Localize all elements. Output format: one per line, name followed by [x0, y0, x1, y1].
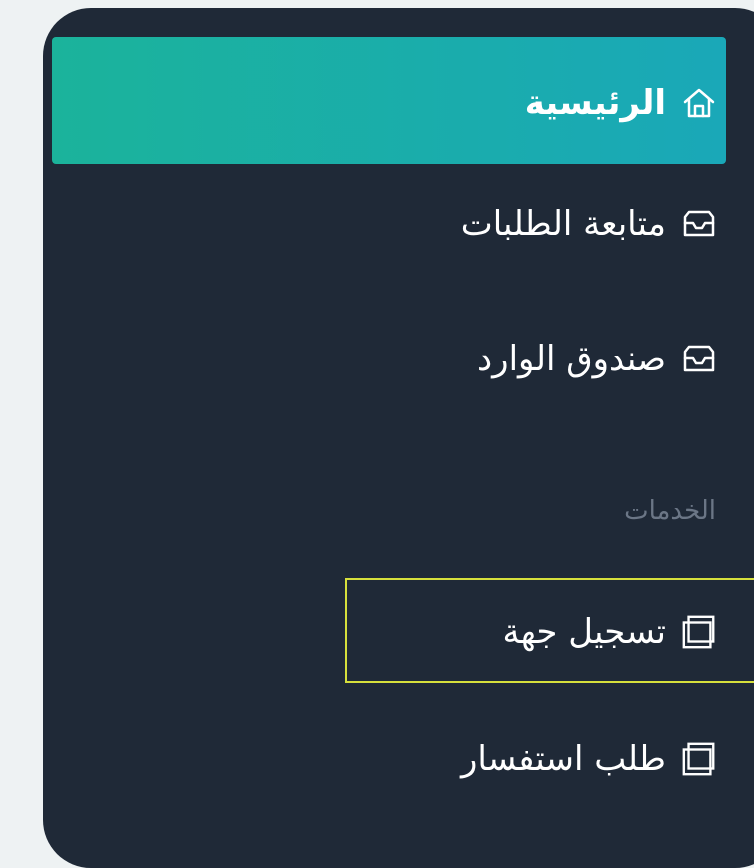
- sidebar-item-inquiry-request-label: طلب استفسار: [460, 739, 666, 779]
- copy-icon: [680, 613, 718, 651]
- sidebar-item-register-entity[interactable]: تسجيل جهة: [503, 613, 718, 651]
- inbox-icon: [680, 205, 718, 243]
- sidebar-item-home[interactable]: الرئيسية: [525, 84, 718, 122]
- sidebar-item-requests[interactable]: متابعة الطلبات: [461, 205, 718, 243]
- copy-icon: [680, 740, 718, 778]
- home-icon: [680, 84, 718, 122]
- services-section-title: الخدمات: [624, 496, 716, 526]
- sidebar-item-register-entity-label: تسجيل جهة: [502, 612, 666, 652]
- sidebar-item-inbox[interactable]: صندوق الوارد: [477, 340, 718, 378]
- sidebar-item-inquiry-request[interactable]: طلب استفسار: [461, 740, 718, 778]
- sidebar: الرئيسية متابعة الطلبات صندوق الوارد الخ…: [43, 8, 754, 868]
- sidebar-item-requests-label: متابعة الطلبات: [460, 204, 666, 244]
- inbox-icon: [680, 340, 718, 378]
- sidebar-item-home-label: الرئيسية: [524, 83, 666, 123]
- sidebar-item-inbox-label: صندوق الوارد: [477, 339, 666, 379]
